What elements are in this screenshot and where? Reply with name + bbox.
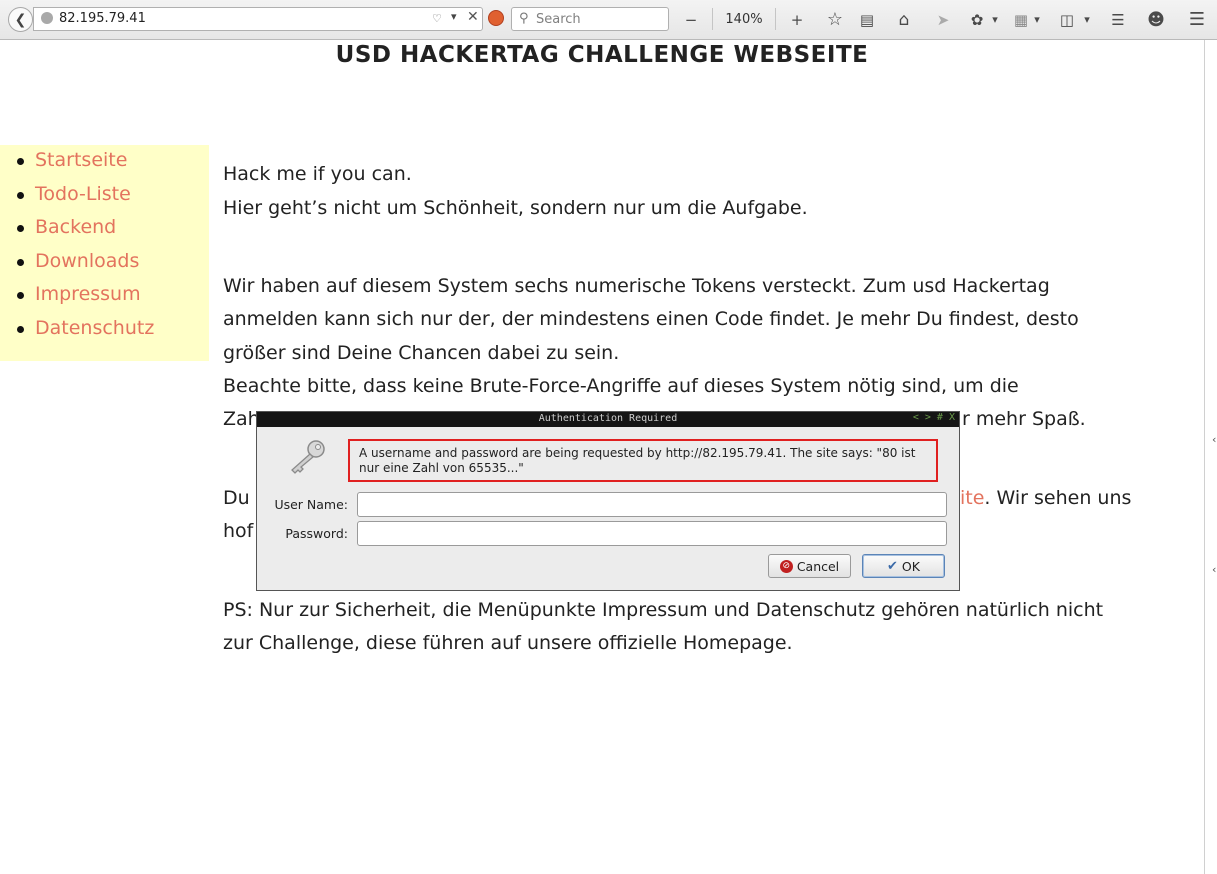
sidebar-item-downloads[interactable]: Downloads bbox=[35, 250, 139, 272]
send-tab-icon[interactable]: ➤ bbox=[932, 0, 954, 39]
page-title: USD HACKERTAG CHALLENGE WEBSEITE bbox=[335, 42, 869, 68]
scroll-arrow-icon[interactable]: ‹ bbox=[1212, 433, 1216, 446]
chevron-down-icon[interactable]: ▾ bbox=[988, 0, 1002, 39]
url-bar[interactable]: 82.195.79.41 ♡ ▾ ✕ bbox=[33, 7, 483, 31]
page-scrollbar[interactable] bbox=[1204, 40, 1217, 874]
content-line-fragment: hof bbox=[223, 520, 254, 542]
menu-icon[interactable]: ☰ bbox=[1186, 0, 1208, 39]
content-line-fragment: r mehr Spaß. bbox=[962, 408, 1086, 430]
cancel-button[interactable]: ⊘ Cancel bbox=[768, 554, 851, 578]
username-label: User Name: bbox=[274, 497, 348, 512]
search-icon: ⚲ bbox=[519, 11, 529, 26]
zoom-reset-button[interactable]: 140% bbox=[718, 0, 770, 39]
clear-url-icon[interactable]: ✕ bbox=[467, 9, 479, 25]
smiley-icon[interactable]: ☻ bbox=[1145, 0, 1167, 39]
history-dropdown-icon[interactable]: ▾ bbox=[451, 10, 457, 23]
bullet bbox=[17, 158, 24, 165]
pocket-icon[interactable]: ◫ bbox=[1056, 0, 1078, 39]
divider bbox=[712, 8, 713, 30]
chevron-down-icon[interactable]: ▾ bbox=[1030, 0, 1044, 39]
pocket-icon[interactable]: ♡ bbox=[432, 12, 446, 25]
divider bbox=[775, 8, 776, 30]
bullet bbox=[17, 192, 24, 199]
home-icon[interactable]: ⌂ bbox=[893, 0, 915, 39]
bullet bbox=[17, 259, 24, 266]
username-input[interactable] bbox=[357, 492, 947, 517]
content-line-fragment: Zah bbox=[223, 408, 260, 430]
grid-icon[interactable]: ▦ bbox=[1010, 0, 1032, 39]
content-line-fragment: ite. Wir sehen uns bbox=[960, 487, 1132, 509]
sidebar-item-impressum[interactable]: Impressum bbox=[35, 283, 141, 305]
content-line: zur Challenge, diese führen auf unsere o… bbox=[223, 632, 793, 654]
zoom-out-button[interactable]: − bbox=[680, 0, 702, 39]
bullet bbox=[17, 326, 24, 333]
ok-button[interactable]: ✔ OK bbox=[862, 554, 945, 578]
sidebar-item-datenschutz[interactable]: Datenschutz bbox=[35, 317, 154, 339]
password-label: Password: bbox=[285, 526, 348, 541]
bookmark-star-icon[interactable]: ☆ bbox=[823, 0, 847, 39]
layers-icon[interactable]: ☰ bbox=[1107, 0, 1129, 39]
content-line-fragment: Du bbox=[223, 487, 250, 509]
auth-dialog: Authentication Required < > # X A userna… bbox=[256, 411, 960, 591]
sidebar-item-backend[interactable]: Backend bbox=[35, 216, 116, 238]
dialog-titlebar[interactable]: Authentication Required < > # X bbox=[257, 412, 959, 427]
checkmark-icon: ✔ bbox=[887, 558, 898, 574]
url-text[interactable]: 82.195.79.41 bbox=[59, 11, 146, 26]
content-line: Wir haben auf diesem System sechs numeri… bbox=[223, 275, 1050, 297]
auth-message: A username and password are being reques… bbox=[348, 439, 938, 482]
content-line: Hier geht’s nicht um Schönheit, sondern … bbox=[223, 197, 808, 219]
search-placeholder[interactable]: Search bbox=[536, 12, 581, 27]
content-line: Hack me if you can. bbox=[223, 163, 412, 185]
sidebar-item-startseite[interactable]: Startseite bbox=[35, 149, 127, 171]
content-line: anmelden kann sich nur der, der mindeste… bbox=[223, 308, 1079, 330]
password-input[interactable] bbox=[357, 521, 947, 546]
extension-icon[interactable]: ✿ bbox=[966, 0, 988, 39]
noscript-icon[interactable] bbox=[488, 10, 504, 26]
key-icon bbox=[291, 440, 325, 474]
content-link[interactable]: ite bbox=[960, 487, 984, 509]
bullet bbox=[17, 225, 24, 232]
content-line: größer sind Deine Chancen dabei zu sein. bbox=[223, 342, 620, 364]
content-line: PS: Nur zur Sicherheit, die Menüpunkte I… bbox=[223, 599, 1104, 621]
sidebar-nav: Startseite Todo-Liste Backend Downloads … bbox=[0, 145, 209, 361]
search-bar[interactable]: ⚲ Search bbox=[511, 7, 669, 31]
scroll-arrow-icon[interactable]: ‹ bbox=[1212, 563, 1216, 576]
back-button[interactable]: ❮ bbox=[8, 7, 33, 32]
cancel-icon: ⊘ bbox=[779, 559, 793, 573]
chevron-down-icon[interactable]: ▾ bbox=[1080, 0, 1094, 39]
sidebar-item-todo-liste[interactable]: Todo-Liste bbox=[35, 183, 131, 205]
bullet bbox=[17, 292, 24, 299]
globe-icon bbox=[41, 12, 53, 24]
dialog-title: Authentication Required bbox=[538, 413, 678, 424]
reading-list-icon[interactable]: ▤ bbox=[856, 0, 878, 39]
content-line: Beachte bitte, dass keine Brute-Force-An… bbox=[223, 375, 1019, 397]
zoom-in-button[interactable]: + bbox=[786, 0, 808, 39]
browser-toolbar: ❮ 82.195.79.41 ♡ ▾ ✕ ⚲ Search − 140% + ☆… bbox=[0, 0, 1217, 40]
back-arrow-icon: ❮ bbox=[14, 11, 27, 28]
window-controls[interactable]: < > # X bbox=[913, 412, 955, 423]
